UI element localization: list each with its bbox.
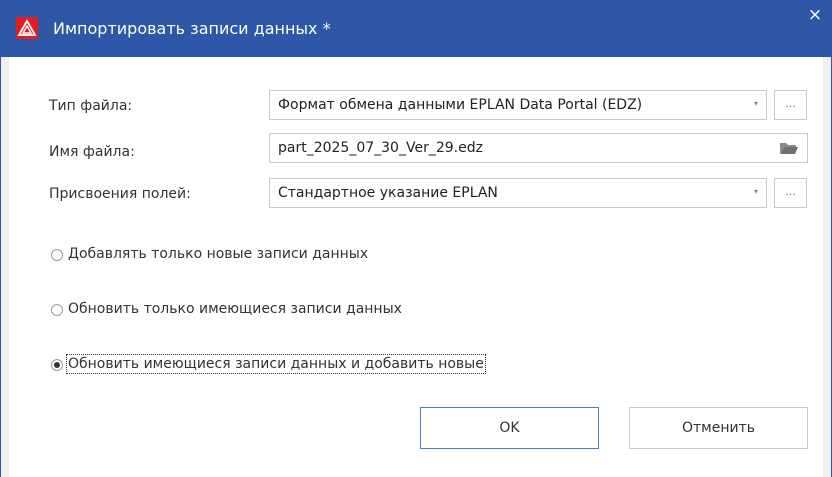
import-dialog: Импортировать записи данных * × Тип файл… (0, 0, 832, 477)
field-assignment-dropdown[interactable]: Стандартное указание EPLAN ▾ (269, 178, 767, 208)
radio-label: Обновить только имеющиеся записи данных (68, 301, 402, 317)
file-name-field[interactable]: part_2025_07_30_Ver_29.edz (269, 133, 808, 163)
file-name-value: part_2025_07_30_Ver_29.edz (278, 140, 483, 156)
window-title: Импортировать записи данных * (53, 19, 331, 38)
eplan-warning-logo-icon (16, 17, 38, 39)
file-type-more-button[interactable]: ... (774, 90, 807, 120)
dialog-body: Тип файла: Формат обмена данными EPLAN D… (9, 57, 823, 477)
ok-button[interactable]: OK (420, 407, 599, 449)
folder-open-icon[interactable] (779, 141, 799, 155)
close-icon[interactable]: × (805, 5, 825, 25)
field-assignment-value: Стандартное указание EPLAN (278, 185, 498, 201)
radio-label: Обновить имеющиеся записи данных и добав… (66, 354, 486, 374)
file-type-label: Тип файла: (49, 98, 133, 114)
radio-circle-selected[interactable] (51, 359, 63, 371)
radio-circle[interactable] (51, 304, 63, 316)
title-bar[interactable]: Импортировать записи данных * × (1, 0, 832, 57)
chevron-down-icon: ▾ (753, 187, 758, 196)
cancel-button[interactable]: Отменить (629, 407, 808, 449)
file-name-label: Имя файла: (49, 144, 135, 160)
field-assignment-more-button[interactable]: ... (774, 178, 807, 208)
file-type-dropdown[interactable]: Формат обмена данными EPLAN Data Portal … (269, 90, 767, 120)
field-assignment-label: Присвоения полей: (49, 186, 191, 202)
radio-circle[interactable] (51, 249, 63, 261)
file-type-value: Формат обмена данными EPLAN Data Portal … (278, 97, 643, 113)
radio-label: Добавлять только новые записи данных (68, 246, 369, 262)
chevron-down-icon: ▾ (753, 99, 758, 108)
